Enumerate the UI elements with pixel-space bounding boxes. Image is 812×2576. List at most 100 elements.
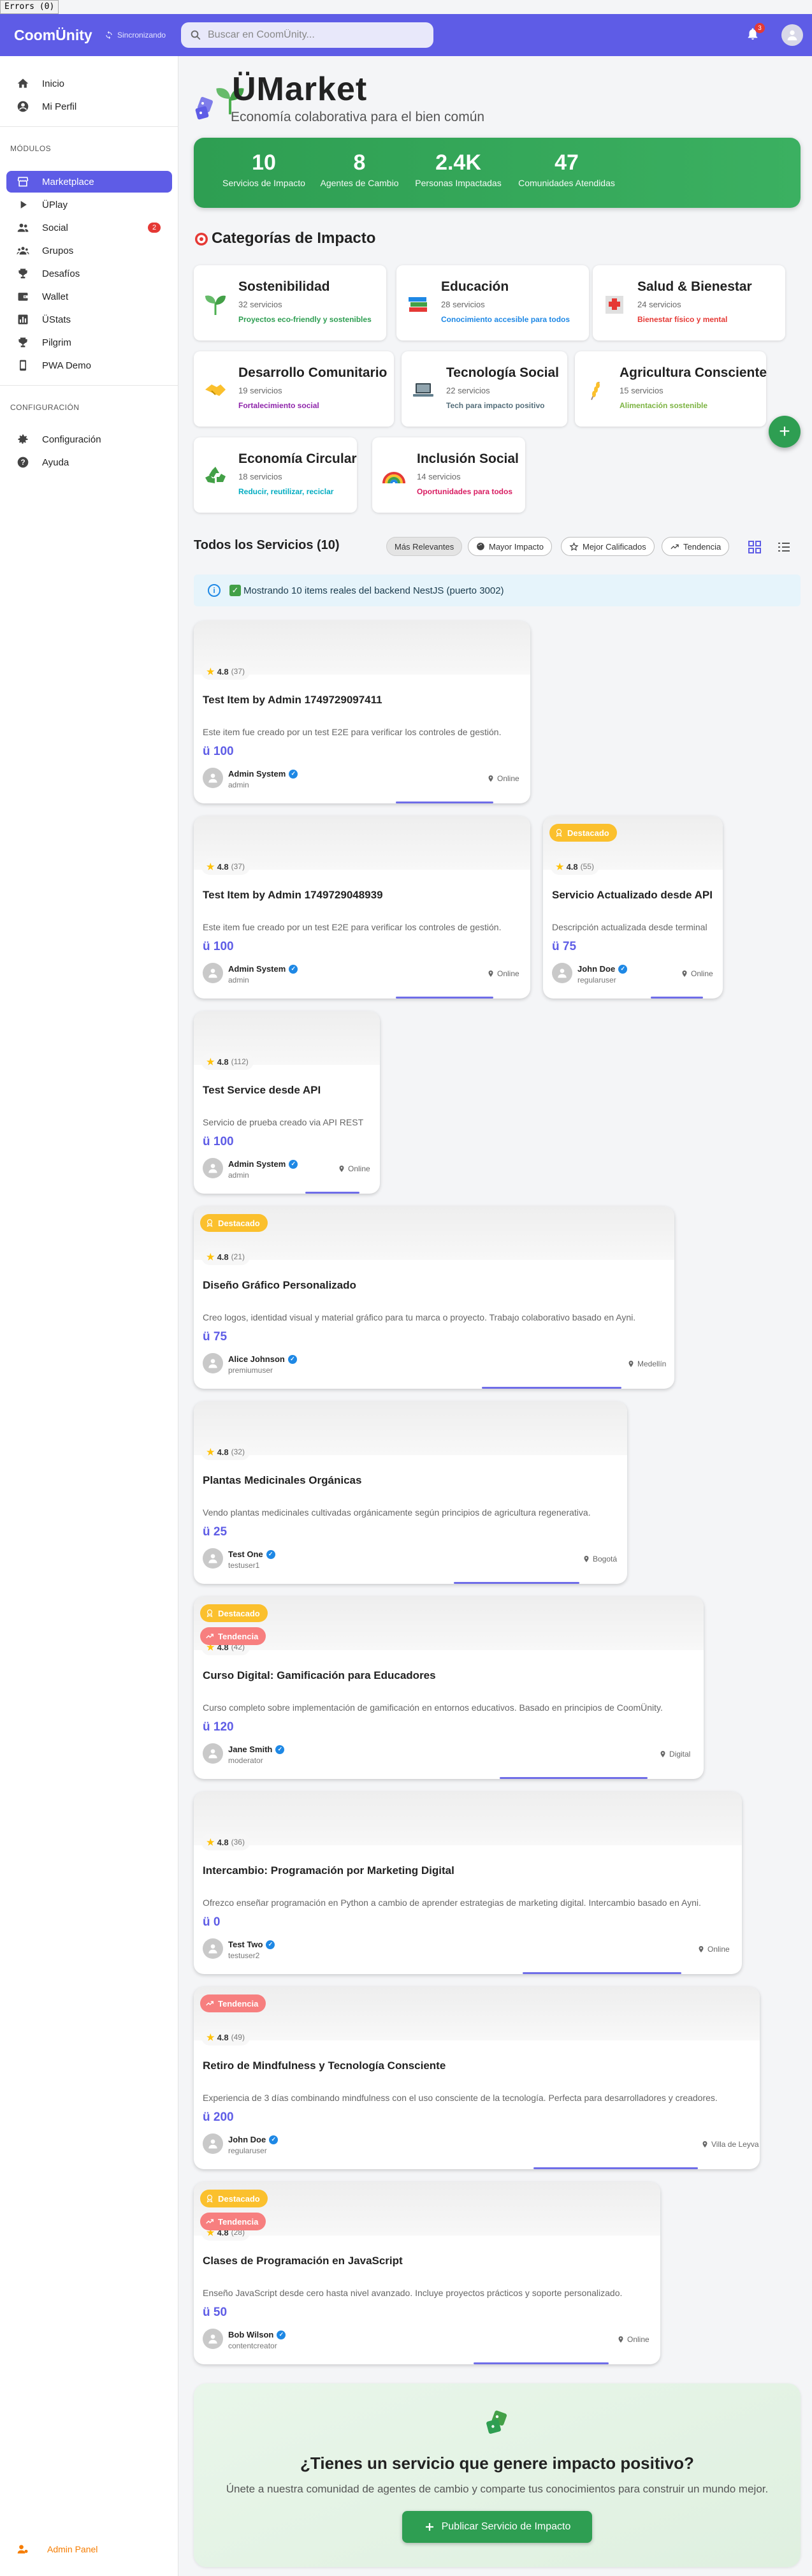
sidebar-item-pilgrim[interactable]: Pilgrim [6, 332, 172, 353]
sidebar-item-configuracion[interactable]: Configuración [6, 428, 172, 450]
admin-panel-link[interactable]: Admin Panel [17, 2543, 98, 2556]
sidebar-item-grupos[interactable]: Grupos [6, 240, 172, 261]
service-image [194, 1206, 674, 1260]
service-card[interactable]: Destacado ★ 4.8 (21) Diseño Gráfico Personal… [194, 1206, 674, 1389]
person-icon [208, 2139, 217, 2149]
user-avatar[interactable] [781, 24, 803, 46]
brand-logo[interactable]: CoomÜnity [14, 27, 92, 44]
location-text: Villa de Leyva [711, 2140, 759, 2149]
stat-services: 10 Servicios de Impacto [219, 150, 308, 188]
category-card-educacion[interactable]: Educación 28 servicios Conocimiento acce… [396, 265, 589, 340]
publish-service-button[interactable]: Publicar Servicio de Impacto [402, 2511, 592, 2543]
service-card[interactable]: ★ 4.8 (37) Test Item by Admin 1749729097411… [194, 621, 530, 803]
errors-tab[interactable]: Errors (0) [0, 0, 59, 14]
card-accent-line [500, 1777, 648, 1779]
provider-avatar[interactable] [203, 1938, 223, 1959]
chip-mejor-calificados[interactable]: Mejor Calificados [561, 537, 655, 556]
sidebar-item-label: Desafíos [42, 268, 80, 279]
info-icon: i [208, 584, 221, 597]
search-input[interactable] [208, 29, 418, 41]
provider-avatar[interactable] [203, 963, 223, 983]
sidebar-item-inicio[interactable]: Inicio [6, 73, 172, 94]
page-title: ÜMarket [232, 71, 368, 108]
sidebar-item-uplay[interactable]: ÜPlay [6, 194, 172, 216]
badge-destacado: Destacado [200, 1214, 268, 1232]
chip-mas-relevantes[interactable]: Más Relevantes [386, 537, 463, 556]
sidebar-item-social[interactable]: Social 2 [6, 217, 172, 238]
service-description: Creo logos, identidad visual y material … [203, 1312, 636, 1322]
location-text: Online [497, 774, 519, 783]
service-card[interactable]: ★ 4.8 (32) Plantas Medicinales Orgánicas Ven… [194, 1401, 627, 1584]
badge-destacado: Destacado [200, 2190, 268, 2207]
category-card-inclusion[interactable]: Inclusión Social 14 servicios Oportunida… [372, 437, 525, 513]
service-title: Curso Digital: Gamificación para Educado… [203, 1669, 436, 1681]
list-view-icon[interactable] [776, 539, 792, 555]
badge-label: Tendencia [218, 1631, 259, 1641]
books-icon [409, 297, 427, 312]
sidebar-item-desafios[interactable]: Desafíos [6, 263, 172, 284]
sidebar-item-pwa-demo[interactable]: PWA Demo [6, 355, 172, 376]
sidebar-item-mi-perfil[interactable]: Mi Perfil [6, 96, 172, 117]
grid-view-icon[interactable] [747, 539, 762, 555]
provider-avatar[interactable] [203, 1743, 223, 1764]
location-pin-icon [628, 1361, 634, 1367]
notifications-button[interactable]: 3 [746, 23, 765, 43]
sidebar-item-wallet[interactable]: Wallet [6, 286, 172, 307]
rating-count: (36) [231, 1838, 245, 1847]
search-box[interactable] [181, 22, 433, 48]
service-card[interactable]: ★ 4.8 (36) Intercambio: Programación por Ma… [194, 1792, 742, 1974]
provider-avatar[interactable] [203, 2329, 223, 2349]
rating-value: 4.8 [217, 666, 229, 677]
stat-value: 47 [555, 150, 579, 175]
add-service-fab[interactable]: + [769, 416, 801, 448]
category-name: Economía Circular [238, 451, 357, 466]
provider-avatar[interactable] [203, 768, 223, 788]
rating-chip: ★ 4.8 (32) [201, 1444, 250, 1460]
location-text: Online [348, 1164, 370, 1173]
person-icon [208, 1164, 217, 1173]
chip-mayor-impacto[interactable]: Mayor Impacto [468, 537, 552, 556]
category-card-desarrollo[interactable]: Desarrollo Comunitario 19 servicios Fort… [194, 351, 394, 427]
service-location: Villa de Leyva [701, 2140, 759, 2149]
sidebar-item-ustats[interactable]: ÜStats [6, 309, 172, 330]
service-location: Digital [659, 1750, 690, 1759]
service-card[interactable]: Tendencia ★ 4.8 (49) Retiro de Mindfulness y… [194, 1987, 760, 2169]
provider-name: Admin System ✓ [228, 964, 298, 974]
person-icon [208, 969, 217, 978]
service-card[interactable]: Destacado ★ 4.8 (55) Servicio Actualizado de… [543, 816, 723, 999]
provider-avatar[interactable] [203, 1353, 223, 1373]
storefront-icon [17, 175, 29, 188]
provider-name-text: John Doe [577, 964, 616, 974]
category-card-sostenibilidad[interactable]: Sostenibilidad 32 servicios Proyectos ec… [194, 265, 386, 340]
service-image [194, 1401, 627, 1455]
sidebar-item-ayuda[interactable]: ? Ayuda [6, 451, 172, 473]
category-card-agricultura[interactable]: Agricultura Consciente 15 servicios Alim… [575, 351, 767, 427]
category-card-tecnologia[interactable]: Tecnología Social 22 servicios Tech para… [402, 351, 567, 427]
category-desc: Fortalecimiento social [238, 401, 319, 410]
sidebar-item-marketplace[interactable]: Marketplace [6, 171, 172, 193]
provider-username: testuser1 [228, 1561, 260, 1570]
service-card[interactable]: Destacado Tendencia ★ 4.8 (42) Curso Digital:… [194, 1597, 704, 1779]
service-card[interactable]: ★ 4.8 (37) Test Item by Admin 1749729048939… [194, 816, 530, 999]
category-card-economia-circular[interactable]: Economía Circular 18 servicios Reducir, … [194, 437, 357, 513]
chip-tendencia[interactable]: Tendencia [662, 537, 730, 556]
provider-avatar[interactable] [203, 1158, 223, 1178]
service-card[interactable]: ★ 4.8 (112) Test Service desde API Servicio … [194, 1011, 380, 1194]
service-description: Enseño JavaScript desde cero hasta nivel… [203, 2288, 623, 2298]
category-name: Inclusión Social [417, 451, 519, 466]
verified-icon: ✓ [266, 1940, 275, 1949]
chip-label: Mejor Calificados [583, 541, 646, 552]
category-desc: Proyectos eco-friendly y sostenibles [238, 315, 372, 324]
service-card[interactable]: Destacado Tendencia ★ 4.8 (28) Clases de Prog… [194, 2182, 660, 2364]
category-name: Sostenibilidad [238, 279, 330, 294]
provider-avatar[interactable] [203, 2133, 223, 2154]
check-icon: ✓ [229, 585, 241, 596]
category-desc: Alimentación sostenible [620, 401, 708, 410]
recycle-icon [205, 467, 226, 483]
category-card-salud[interactable]: Salud & Bienestar 24 servicios Bienestar… [593, 265, 785, 340]
service-price: ü 120 [203, 1720, 234, 1734]
provider-username: admin [228, 976, 249, 984]
provider-avatar[interactable] [203, 1548, 223, 1569]
provider-name: Bob Wilson ✓ [228, 2330, 286, 2339]
provider-avatar[interactable] [552, 963, 572, 983]
